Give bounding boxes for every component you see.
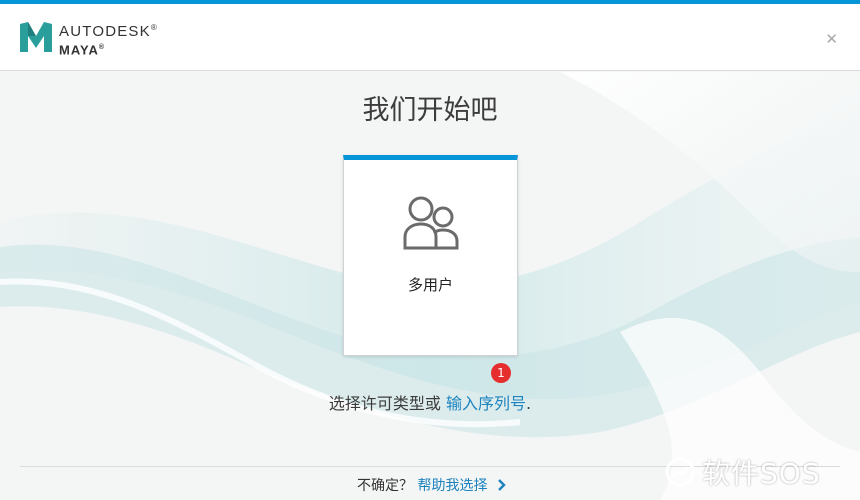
card-label: 多用户 [407, 276, 453, 294]
watermark-text: 软件SOS [702, 457, 821, 490]
help-line: 不确定？ 帮助我选择 [357, 475, 508, 495]
help-prompt-text: 不确定？ [357, 478, 413, 494]
license-prompt-line: 选择许可类型或 输入序列号. [0, 390, 860, 414]
help-me-choose-link[interactable]: 帮助我选择 [417, 478, 487, 494]
logo-product-text: MAYA® [59, 42, 106, 58]
license-prompt-text: 选择许可类型或 [328, 394, 441, 413]
page-title: 我们开始吧 [362, 95, 498, 126]
header-bar: AUTODESK® MAYA® ✕ [0, 4, 860, 71]
multi-user-icon [403, 196, 459, 250]
watermark-logo-icon [665, 457, 695, 487]
maya-logo-icon [20, 22, 52, 52]
chevron-right-icon[interactable] [496, 479, 508, 491]
license-card-multi-user[interactable]: 多用户 [343, 155, 518, 356]
enter-serial-link[interactable]: 输入序列号 [446, 394, 526, 413]
close-icon[interactable]: ✕ [825, 32, 838, 47]
autodesk-maya-logo: AUTODESK® MAYA® [59, 20, 158, 58]
license-suffix: . [526, 394, 532, 413]
step-badge: 1 [491, 363, 511, 383]
watermark: 软件SOS [664, 452, 850, 492]
logo-brand-text: AUTODESK® [59, 23, 158, 40]
